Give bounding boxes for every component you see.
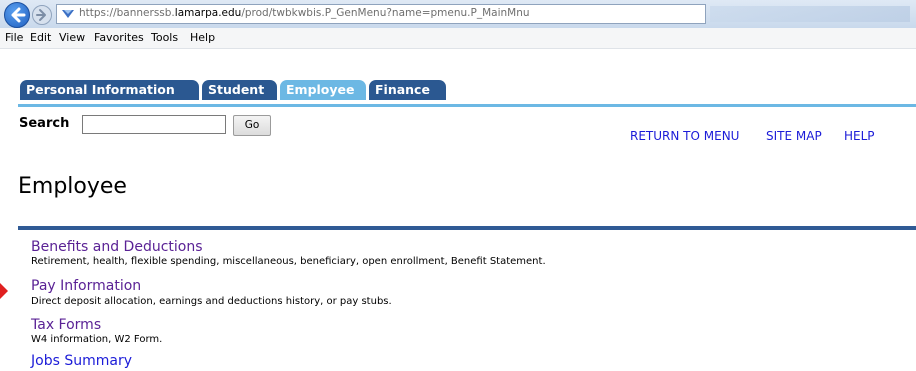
site-favicon-icon xyxy=(62,10,74,18)
tab-strip xyxy=(710,6,910,22)
site-map-link[interactable]: SITE MAP xyxy=(766,129,822,143)
go-button[interactable]: Go xyxy=(233,115,271,136)
tab-student[interactable]: Student xyxy=(202,80,277,100)
tab-employee[interactable]: Employee xyxy=(280,80,366,100)
menu-edit[interactable]: Edit xyxy=(30,31,51,44)
search-input[interactable] xyxy=(82,115,226,134)
pay-information-description: Direct deposit allocation, earnings and … xyxy=(31,296,392,307)
benefits-and-deductions-description: Retirement, health, flexible spending, m… xyxy=(31,256,546,267)
search-label: Search xyxy=(19,116,70,131)
page-title: Employee xyxy=(18,174,127,199)
url-field[interactable]: https://bannerssb.lamarpa.edu/prod/twbkw… xyxy=(56,4,706,24)
tab-finance[interactable]: Finance xyxy=(369,80,446,100)
back-button[interactable] xyxy=(4,2,30,28)
tax-forms-description: W4 information, W2 Form. xyxy=(31,334,163,345)
benefits-and-deductions-link[interactable]: Benefits and Deductions xyxy=(31,239,203,255)
browser-address-bar: https://bannerssb.lamarpa.edu/prod/twbkw… xyxy=(0,0,916,28)
menu-bar: File Edit View Favorites Tools Help xyxy=(0,28,916,49)
forward-button[interactable] xyxy=(32,5,52,25)
tax-forms-link[interactable]: Tax Forms xyxy=(31,317,101,333)
return-to-menu-link[interactable]: RETURN TO MENU xyxy=(630,129,739,143)
pay-information-link[interactable]: Pay Information xyxy=(31,278,141,294)
banner-tabs: Personal Information Student Employee Fi… xyxy=(0,48,916,108)
section-divider xyxy=(18,226,916,230)
help-link[interactable]: HELP xyxy=(844,129,875,143)
tab-underline xyxy=(18,104,916,107)
menu-favorites[interactable]: Favorites xyxy=(94,31,144,44)
tab-personal-information[interactable]: Personal Information xyxy=(20,80,199,100)
url-text: https://bannerssb.lamarpa.edu/prod/twbkw… xyxy=(79,7,530,19)
menu-file[interactable]: File xyxy=(5,31,23,44)
menu-tools[interactable]: Tools xyxy=(151,31,178,44)
pointer-arrow-icon xyxy=(0,283,8,299)
menu-view[interactable]: View xyxy=(59,31,85,44)
jobs-summary-link[interactable]: Jobs Summary xyxy=(31,353,132,369)
back-arrow-icon xyxy=(11,7,26,23)
menu-help[interactable]: Help xyxy=(190,31,215,44)
forward-arrow-icon xyxy=(36,9,46,21)
